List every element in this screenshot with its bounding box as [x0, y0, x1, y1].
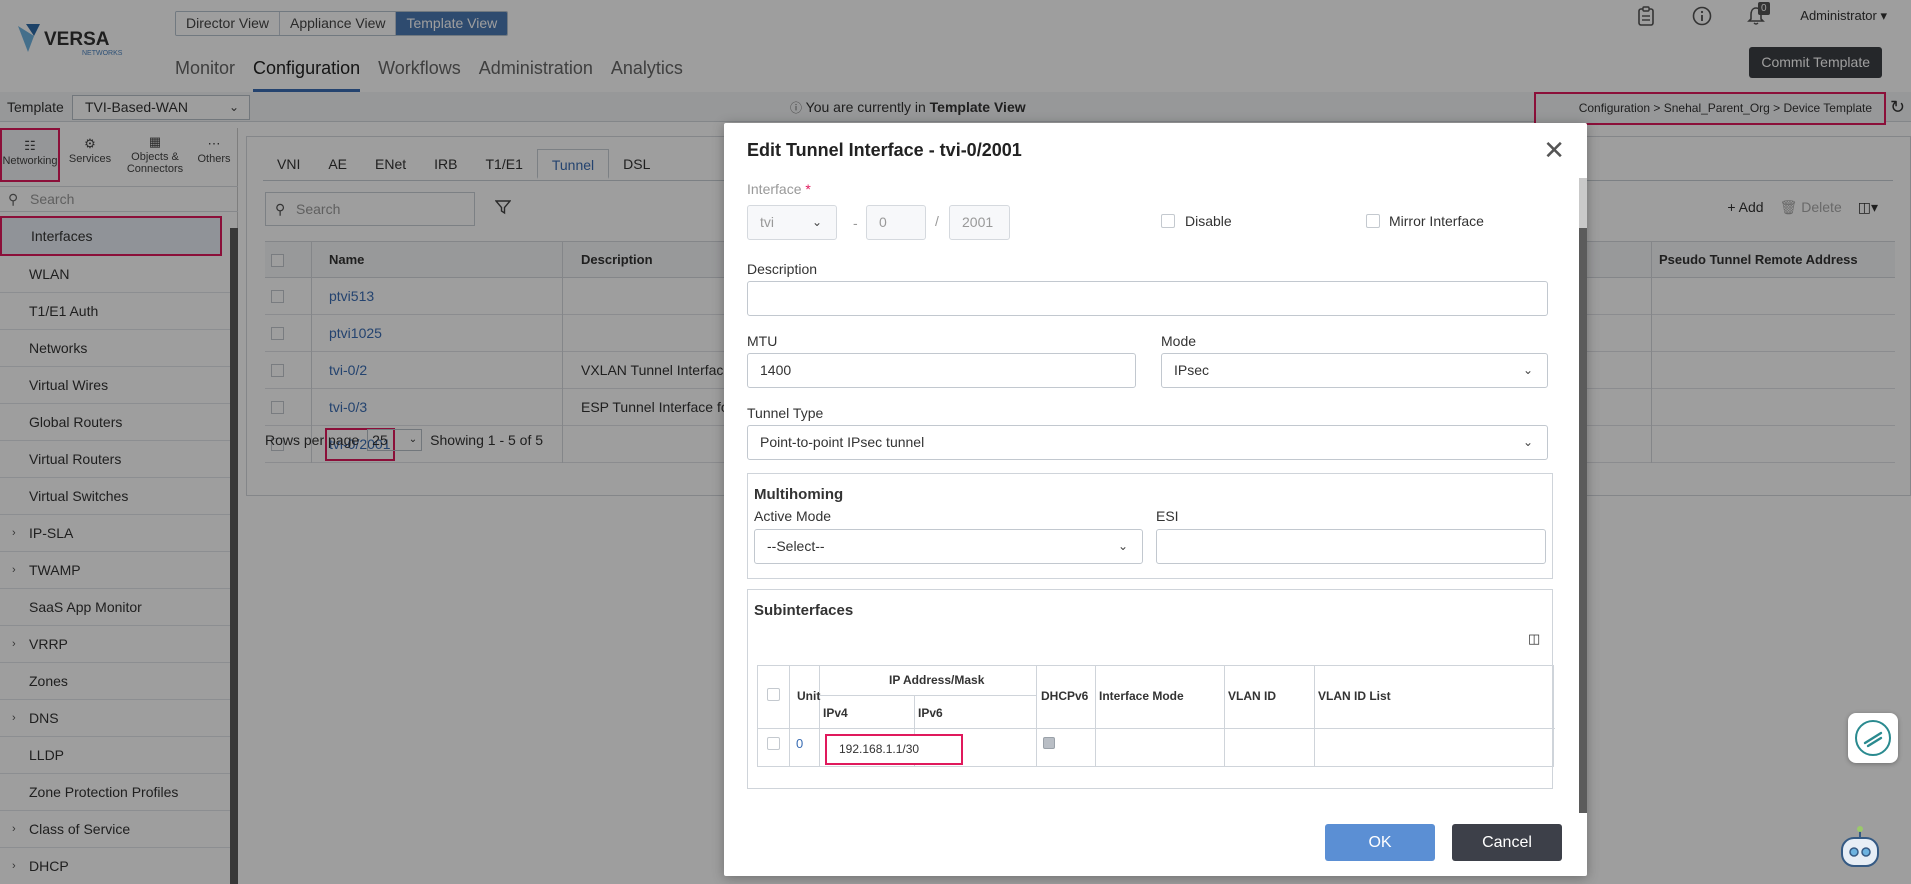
col-ip-address: IP Address/Mask [889, 673, 985, 687]
column-chooser-icon[interactable]: ◫ [1528, 631, 1540, 647]
disable-checkbox[interactable] [1161, 214, 1175, 228]
disable-label: Disable [1185, 213, 1232, 229]
mode-value: IPsec [1174, 362, 1210, 378]
col-interface-mode[interactable]: Interface Mode [1099, 689, 1184, 703]
description-field[interactable] [747, 281, 1548, 316]
interface-slot-field[interactable]: 0 [866, 205, 926, 240]
mtu-label: MTU [747, 333, 778, 349]
dialog-scrollbar[interactable] [1579, 178, 1587, 813]
interface-label: Interface * [747, 181, 811, 197]
esi-label: ESI [1156, 508, 1179, 524]
column-divider [1224, 666, 1225, 766]
active-mode-value: --Select-- [767, 538, 825, 554]
bot-icon[interactable] [1834, 824, 1886, 876]
close-icon[interactable]: ✕ [1543, 135, 1565, 166]
column-divider [1314, 666, 1315, 766]
dialog-title: Edit Tunnel Interface - tvi-0/2001 [747, 140, 1022, 160]
ipv4-value[interactable]: 192.168.1.1/30 [825, 734, 963, 765]
ok-button[interactable]: OK [1325, 824, 1435, 861]
multihoming-section: Multihoming Active Mode --Select-- ⌄ ESI [747, 473, 1553, 579]
description-label: Description [747, 261, 818, 277]
unit-link[interactable]: 0 [796, 736, 803, 751]
chat-icon [1855, 720, 1891, 756]
col-vlan-id-list[interactable]: VLAN ID List [1318, 689, 1391, 703]
interface-label-text: Interface [747, 181, 802, 197]
cancel-button[interactable]: Cancel [1452, 824, 1562, 861]
interface-type-value: tvi [760, 214, 774, 230]
col-vlan-id[interactable]: VLAN ID [1228, 689, 1276, 703]
tunnel-type-value: Point-to-point IPsec tunnel [760, 434, 925, 450]
chevron-down-icon: ⌄ [1522, 435, 1533, 449]
tunnel-type-select[interactable]: Point-to-point IPsec tunnel ⌄ [747, 425, 1548, 460]
interface-separator-slash: / [935, 213, 939, 229]
mirror-interface-label: Mirror Interface [1389, 213, 1484, 229]
mode-label: Mode [1161, 333, 1197, 349]
interface-separator-dash: - [853, 215, 858, 231]
mtu-field[interactable]: 1400 [747, 353, 1136, 388]
chevron-down-icon: ⌄ [811, 215, 822, 229]
interface-type-select[interactable]: tvi ⌄ [747, 205, 837, 240]
required-marker: * [805, 181, 811, 197]
chevron-down-icon: ⌄ [1117, 539, 1128, 553]
assistant-widget[interactable] [1848, 713, 1898, 763]
header-divider [819, 695, 1036, 696]
esi-field[interactable] [1156, 529, 1546, 564]
chevron-down-icon: ⌄ [1522, 363, 1533, 377]
select-all-checkbox[interactable] [767, 688, 780, 701]
subinterfaces-title: Subinterfaces [754, 602, 854, 619]
interface-port-field[interactable]: 2001 [949, 205, 1010, 240]
col-unit[interactable]: Unit [797, 689, 820, 703]
dhcpv6-checkbox[interactable] [1043, 737, 1055, 749]
col-ipv6[interactable]: IPv6 [918, 706, 943, 720]
column-divider [1036, 666, 1037, 766]
active-mode-label: Active Mode [754, 508, 832, 524]
mirror-interface-checkbox[interactable] [1366, 214, 1380, 228]
scrollbar-thumb[interactable] [1579, 178, 1587, 228]
tunnel-type-label: Tunnel Type [747, 405, 824, 421]
col-ipv4[interactable]: IPv4 [823, 706, 848, 720]
row-checkbox[interactable] [767, 737, 780, 750]
multihoming-title: Multihoming [754, 486, 844, 503]
column-divider [789, 666, 790, 766]
mode-select[interactable]: IPsec ⌄ [1161, 353, 1548, 388]
column-divider [1095, 666, 1096, 766]
column-divider [819, 666, 820, 766]
col-dhcpv6[interactable]: DHCPv6 [1041, 689, 1088, 703]
active-mode-select[interactable]: --Select-- ⌄ [754, 529, 1143, 564]
header-divider [758, 728, 1555, 729]
